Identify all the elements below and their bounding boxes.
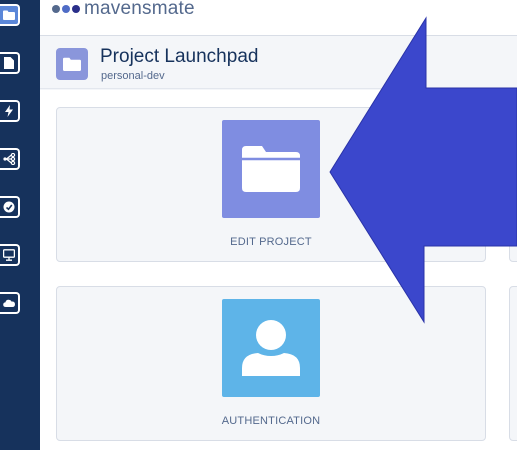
card[interactable] bbox=[509, 107, 517, 262]
cloud-icon bbox=[3, 299, 15, 307]
authentication-label: AUTHENTICATION bbox=[221, 415, 321, 427]
logo-dot bbox=[52, 5, 60, 13]
gauge-icon bbox=[3, 201, 15, 213]
card[interactable] bbox=[509, 286, 517, 441]
page-header: Project Launchpad personal-dev bbox=[40, 37, 517, 89]
sidebar-item-flow[interactable] bbox=[0, 148, 20, 170]
sidebar-item-monitor[interactable] bbox=[0, 244, 20, 266]
sidebar-item-salesforce[interactable] bbox=[0, 292, 20, 314]
logo-dot bbox=[62, 5, 70, 13]
launchpad-grid: EDIT PROJECT AUTHENTICATION bbox=[40, 90, 517, 450]
logo-dot bbox=[72, 5, 80, 13]
sidebar bbox=[0, 0, 40, 450]
sidebar-item-project[interactable] bbox=[0, 4, 20, 26]
folder-icon bbox=[3, 10, 15, 20]
sidebar-item-document[interactable] bbox=[0, 52, 20, 74]
edit-project-label: EDIT PROJECT bbox=[230, 236, 312, 248]
sidebar-item-tests[interactable] bbox=[0, 196, 20, 218]
folder-icon bbox=[242, 146, 300, 192]
brand-name: mavensmate bbox=[84, 0, 195, 19]
authentication-card[interactable]: AUTHENTICATION bbox=[56, 286, 486, 441]
sidebar-item-apex[interactable] bbox=[0, 100, 20, 122]
user-icon bbox=[242, 320, 300, 376]
brand-logo[interactable]: mavensmate bbox=[52, 0, 195, 20]
page-title: Project Launchpad bbox=[100, 46, 259, 67]
lightning-icon bbox=[5, 105, 13, 117]
document-icon bbox=[4, 57, 14, 69]
edit-project-tile[interactable] bbox=[222, 120, 320, 218]
flow-icon bbox=[2, 153, 15, 165]
top-bar: mavensmate bbox=[40, 0, 517, 36]
authentication-tile[interactable] bbox=[222, 299, 320, 397]
edit-project-card[interactable]: EDIT PROJECT bbox=[56, 107, 486, 262]
page-subtitle: personal-dev bbox=[101, 70, 165, 82]
folder-icon bbox=[56, 48, 88, 80]
monitor-icon bbox=[3, 249, 15, 261]
